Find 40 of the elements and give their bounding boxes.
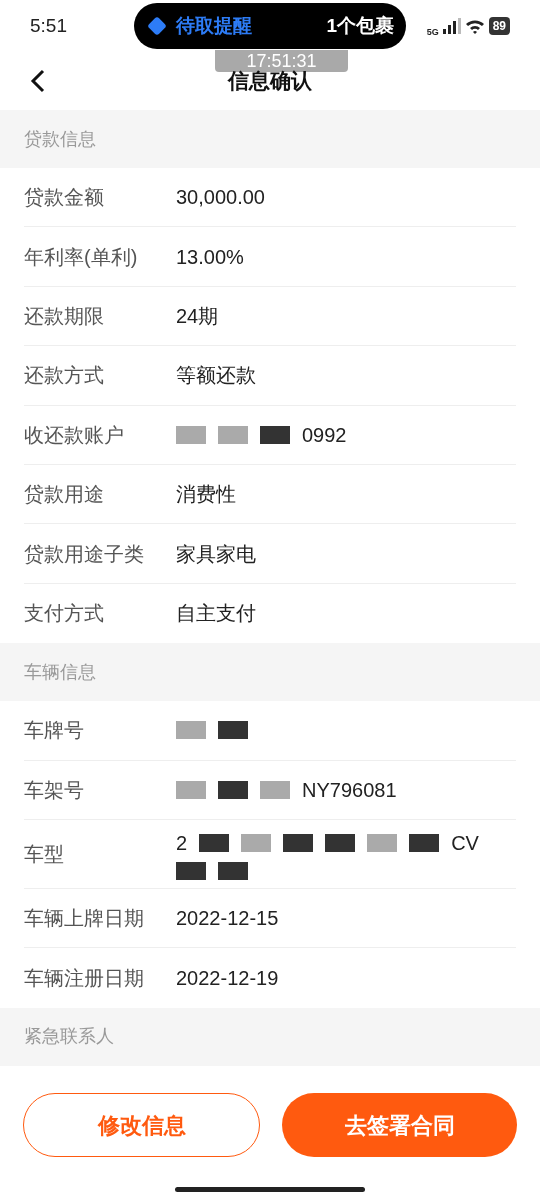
- row-value: 2022-12-19: [176, 966, 279, 991]
- row-label: 贷款用途: [24, 482, 105, 508]
- row-value: 13.00%: [176, 244, 244, 270]
- row-value: 24期: [176, 303, 219, 329]
- row-value: 2: [176, 830, 188, 856]
- row-label: 收还款账户: [24, 422, 125, 448]
- row-value: 0992: [302, 422, 347, 448]
- row-label: 贷款用途子类: [24, 541, 145, 567]
- wifi-icon: [464, 18, 485, 34]
- network-label: 5G: [426, 26, 439, 40]
- edit-info-button[interactable]: 修改信息: [23, 1093, 260, 1157]
- notification-title: 待取提醒: [176, 13, 252, 38]
- row-label: 车辆上牌日期: [24, 906, 145, 932]
- row-value: 等额还款: [176, 363, 256, 389]
- notification-pill[interactable]: 待取提醒 1个包裹: [134, 3, 406, 49]
- row-label: 车型: [24, 841, 65, 867]
- status-time: 5:51: [30, 13, 67, 38]
- back-icon[interactable]: [30, 69, 46, 93]
- section-header: 紧急联系人: [0, 1007, 540, 1066]
- row-label: 车辆注册日期: [24, 966, 145, 991]
- signal-icon: [442, 18, 461, 34]
- row-value: NY796081: [302, 777, 397, 803]
- row-label: 还款期限: [24, 303, 105, 329]
- row-label: 支付方式: [24, 601, 105, 627]
- row-value: 消费性: [176, 482, 236, 508]
- row-label: 年利率(单利): [24, 244, 139, 270]
- notification-detail: 1个包裹: [326, 13, 394, 38]
- row-value: 2022-12-15: [176, 906, 279, 932]
- section-header: 贷款信息: [0, 110, 540, 168]
- row-label: 还款方式: [24, 363, 105, 389]
- sign-contract-button[interactable]: 去签署合同: [282, 1093, 517, 1157]
- row-value: 家具家电: [176, 541, 256, 567]
- row-value: CV: [451, 830, 479, 856]
- row-label: 车牌号: [24, 718, 85, 744]
- battery-level: 89: [488, 17, 510, 35]
- row-value: 自主支付: [176, 601, 256, 627]
- row-label: 贷款金额: [24, 185, 105, 211]
- row-label: 车架号: [24, 777, 85, 803]
- row-value: 30,000.00: [176, 185, 265, 211]
- section-header: 车辆信息: [0, 643, 540, 702]
